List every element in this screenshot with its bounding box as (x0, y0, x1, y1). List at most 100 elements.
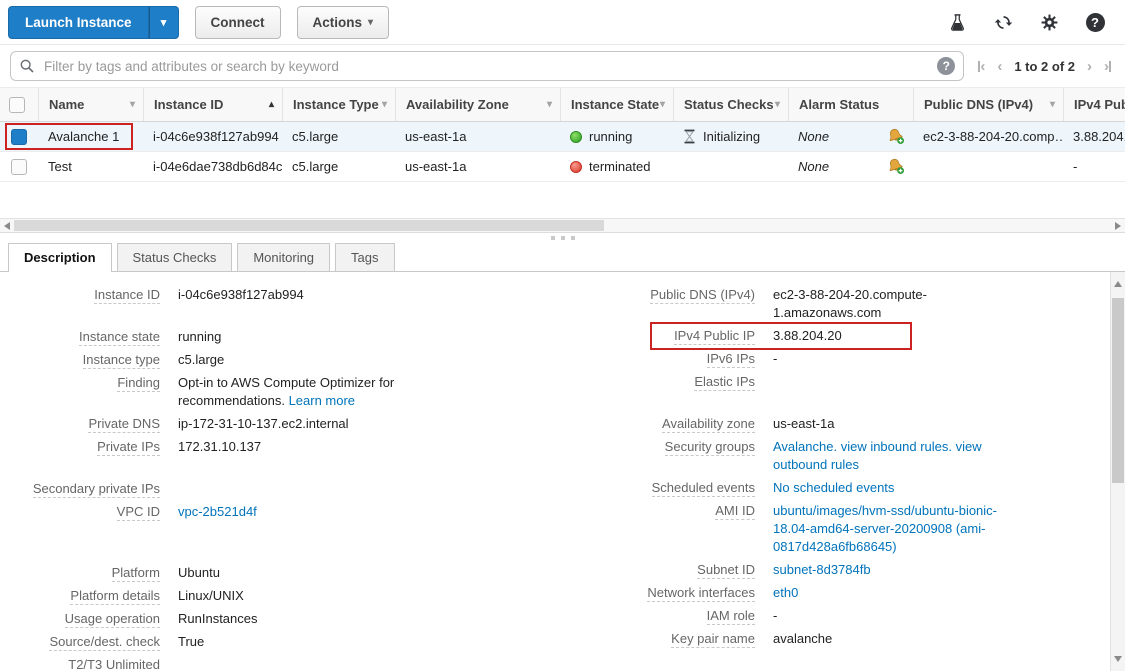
field-label: IPv4 Public IP (555, 327, 755, 345)
column-header-alarm-status[interactable]: Alarm Status (788, 88, 913, 121)
tab-tags[interactable]: Tags (335, 243, 394, 271)
flask-icon[interactable] (947, 12, 967, 32)
field-label: Source/dest. check (0, 633, 160, 651)
description-panel: Instance IDi-04c6e938f127ab994Instance s… (0, 272, 1125, 671)
next-page-button[interactable]: › (1087, 58, 1092, 75)
filter-bar: ? ‹ ‹ 1 to 2 of 2 › › (0, 44, 1125, 88)
column-header-instance-type[interactable]: Instance Type▾ (282, 88, 395, 121)
link-ubuntu-images-hvm-ssd-ubuntu-bionic[interactable]: ubuntu/images/hvm-ssd/ubuntu-bionic- (773, 503, 997, 518)
link-18-04-amd64-server-20200908-ami[interactable]: 18.04-amd64-server-20200908 (ami- (773, 521, 985, 536)
horizontal-scrollbar-thumb[interactable] (14, 220, 604, 231)
link-subnet-8d3784fb[interactable]: subnet-8d3784fb (773, 562, 871, 577)
column-header-public-dns-ipv4[interactable]: Public DNS (IPv4)▾ (913, 88, 1063, 121)
column-header-availability-zone[interactable]: Availability Zone▾ (395, 88, 560, 121)
table-row-test[interactable]: Testi-04e6dae738db6d84cc5.largeus-east-1… (0, 152, 1125, 182)
link-no-scheduled-events[interactable]: No scheduled events (773, 480, 894, 495)
table-row-avalanche-1[interactable]: Avalanche 1i-04c6e938f127ab994c5.largeus… (0, 122, 1125, 152)
field-label: Subnet ID (555, 561, 755, 579)
select-all-checkbox[interactable] (0, 88, 38, 121)
help-icon[interactable]: ? (1085, 12, 1105, 32)
cell-ipv4-public-ip: - (1063, 152, 1125, 181)
field-label-text: Public DNS (IPv4) (650, 287, 755, 304)
cell-availability-zone: us-east-1a (395, 152, 560, 181)
field-value: True (178, 633, 204, 651)
scroll-up-arrow[interactable] (1111, 276, 1125, 292)
field-label: Scheduled events (555, 479, 755, 497)
previous-page-button[interactable]: ‹ (997, 58, 1002, 75)
gear-icon[interactable] (1039, 12, 1059, 32)
column-header-label: Public DNS (IPv4) (924, 97, 1033, 112)
search-input[interactable] (42, 58, 930, 75)
last-page-button[interactable]: › (1104, 58, 1111, 75)
scroll-down-arrow[interactable] (1111, 651, 1125, 667)
column-header-label: Instance Type (293, 97, 379, 112)
field-value: Linux/UNIX (178, 587, 244, 605)
field-row-instance-state: Instance staterunning (0, 328, 555, 346)
link-learn-more[interactable]: Learn more (289, 393, 355, 408)
row-spacer (555, 396, 1125, 415)
create-alarm-bell-icon[interactable] (887, 128, 905, 145)
actions-dropdown-button[interactable]: Actions ▾ (297, 6, 390, 39)
tab-description[interactable]: Description (8, 243, 112, 272)
field-label-text: Network interfaces (647, 585, 755, 602)
panel-resize-handle[interactable] (0, 233, 1125, 243)
link-outbound-rules[interactable]: outbound rules (773, 457, 859, 472)
field-label: Private IPs (0, 438, 160, 456)
field-label: Key pair name (555, 630, 755, 648)
link-avalanche-view-inbound-rules-view[interactable]: Avalanche. view inbound rules. view (773, 439, 982, 454)
field-value-text: RunInstances (178, 611, 258, 626)
question-mark-glyph: ? (1086, 13, 1105, 32)
link-eth0[interactable]: eth0 (773, 585, 798, 600)
field-row-scheduled-events: Scheduled events No scheduled events (555, 479, 1125, 497)
column-header-instance-state[interactable]: Instance State▾ (560, 88, 673, 121)
tab-status-checks[interactable]: Status Checks (117, 243, 233, 271)
scroll-right-arrow[interactable] (1111, 219, 1125, 232)
horizontal-scrollbar[interactable] (0, 218, 1125, 233)
vertical-scrollbar[interactable] (1110, 272, 1125, 671)
search-help-icon[interactable]: ? (937, 57, 955, 75)
field-row-vpc-id: VPC IDvpc-2b521d4f (0, 503, 555, 521)
field-row-subnet-id: Subnet ID subnet-8d3784fb (555, 561, 1125, 579)
scroll-left-arrow[interactable] (0, 219, 14, 232)
first-page-button[interactable]: ‹ (978, 58, 985, 75)
row-checkbox[interactable] (0, 152, 38, 181)
vertical-scrollbar-thumb[interactable] (1112, 298, 1124, 483)
field-label: Elastic IPs (555, 373, 755, 391)
instance-name: Test (48, 159, 72, 174)
create-alarm-bell-icon[interactable] (887, 158, 905, 175)
cell-instance-state: running (560, 122, 673, 151)
field-value: 3.88.204.20 (773, 327, 842, 345)
cell-alarm-status: None (788, 122, 913, 151)
field-value: Avalanche. view inbound rules. view outbo… (773, 438, 982, 474)
link-vpc-2b521d4f[interactable]: vpc-2b521d4f (178, 504, 257, 519)
field-label: Secondary private IPs (0, 480, 160, 498)
field-label-text: Elastic IPs (694, 374, 755, 391)
field-value-text: us-east-1a (773, 416, 834, 431)
field-label: Private DNS (0, 415, 160, 433)
launch-instance-button[interactable]: Launch Instance (8, 6, 149, 39)
search-box[interactable]: ? (10, 51, 964, 81)
checkbox-icon[interactable] (9, 97, 25, 113)
refresh-icon[interactable] (993, 12, 1013, 32)
field-label-text: Instance type (83, 352, 160, 369)
launch-instance-dropdown-button[interactable]: ▾ (149, 6, 179, 39)
field-label: IAM role (555, 607, 755, 625)
field-value: ec2-3-88-204-20.compute-1.amazonaws.com (773, 286, 927, 322)
link-0817d428a6fb68645[interactable]: 0817d428a6fb68645) (773, 539, 897, 554)
connect-button[interactable]: Connect (195, 6, 281, 39)
hourglass-icon (683, 129, 696, 144)
column-header-name[interactable]: Name▾ (38, 88, 143, 121)
column-header-instance-id[interactable]: Instance ID▴ (143, 88, 282, 121)
field-value-text: - (773, 351, 777, 366)
launch-instance-split-button: Launch Instance ▾ (8, 6, 179, 39)
column-header-status-checks[interactable]: Status Checks▾ (673, 88, 788, 121)
field-row-public-dns-ipv4: Public DNS (IPv4) ec2-3-88-204-20.compute… (555, 286, 1125, 322)
column-header-ipv4-public-ip[interactable]: IPv4 Public IP (1063, 88, 1125, 121)
cell-instance-type: c5.large (282, 152, 395, 181)
checkbox-icon (11, 129, 27, 145)
state-dot-icon (570, 161, 582, 173)
field-label-text: Security groups (665, 439, 755, 456)
tab-monitoring[interactable]: Monitoring (237, 243, 330, 271)
column-header-label: Instance ID (154, 97, 223, 112)
row-checkbox[interactable] (0, 122, 38, 151)
